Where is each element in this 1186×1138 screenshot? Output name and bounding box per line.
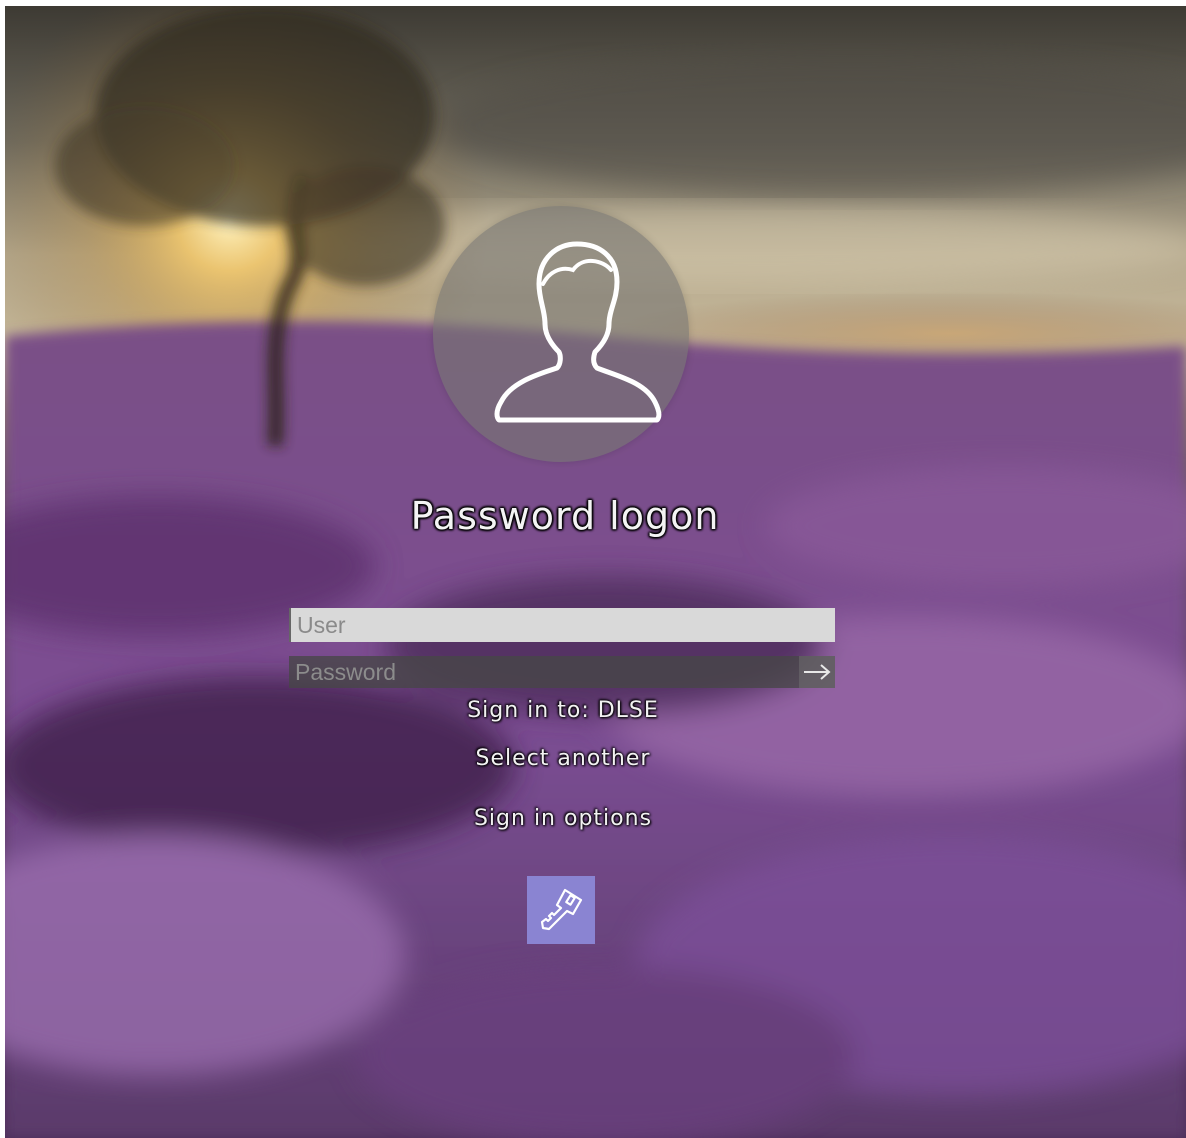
select-another-link[interactable]: Select another	[363, 746, 763, 771]
key-icon	[540, 888, 583, 931]
username-input[interactable]	[289, 608, 835, 642]
wallpaper-lavender-field	[5, 6, 1186, 1138]
arrow-right-icon	[804, 664, 831, 680]
user-silhouette-icon	[494, 241, 662, 423]
sign-in-options-link[interactable]: Sign in options	[363, 806, 763, 831]
page-title: Password logon	[410, 494, 720, 538]
submit-button[interactable]	[799, 656, 835, 688]
user-avatar	[433, 206, 689, 462]
password-input[interactable]	[289, 656, 799, 688]
password-sign-in-option-button[interactable]	[527, 876, 595, 944]
logon-screen: Password logon Sign in to: DLSE Select a…	[5, 6, 1186, 1138]
sign-in-domain-label: Sign in to: DLSE	[467, 698, 659, 723]
